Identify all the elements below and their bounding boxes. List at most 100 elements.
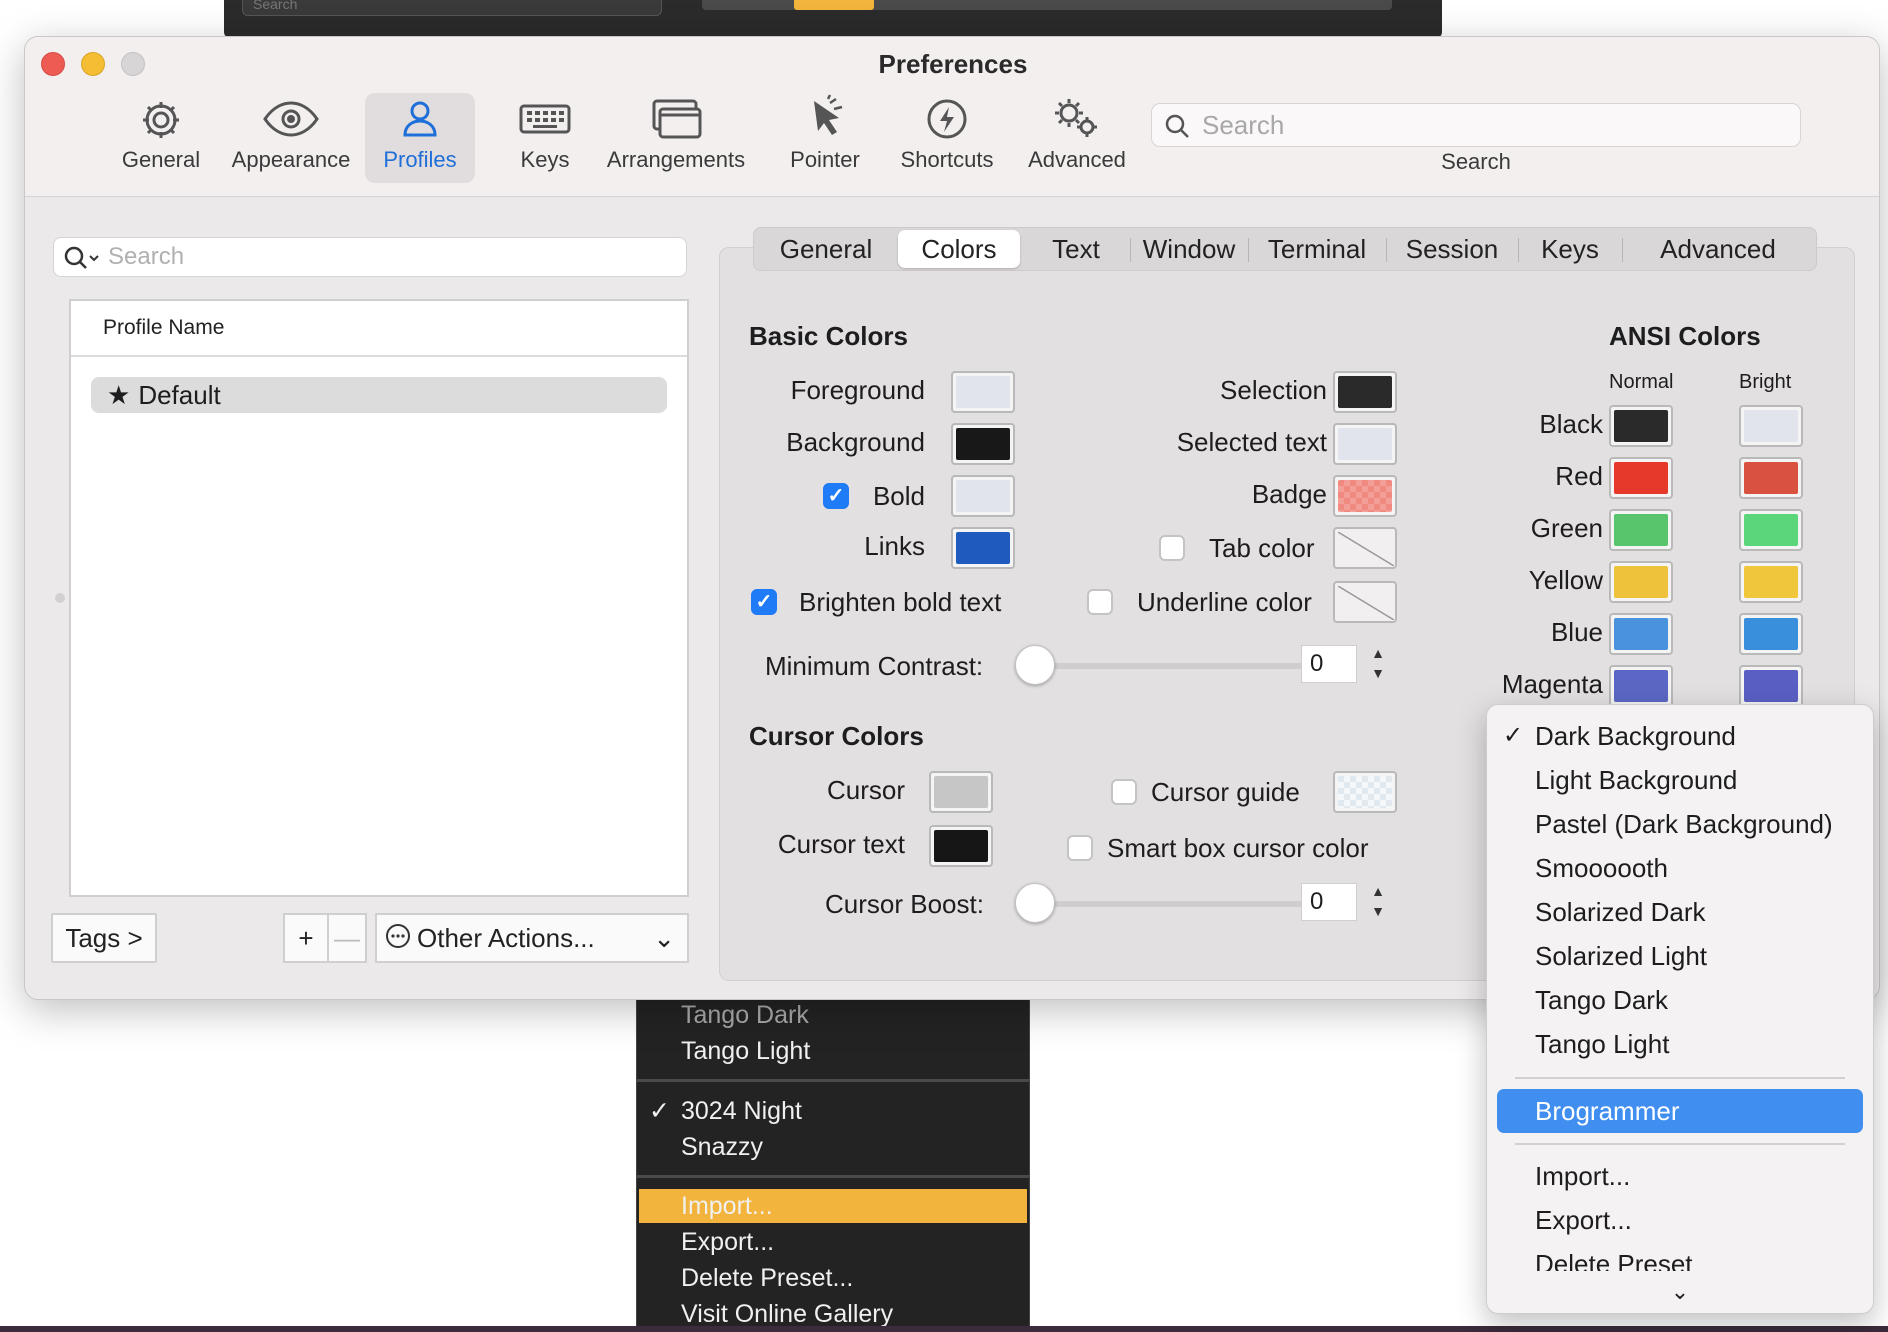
links-color-well[interactable]	[951, 527, 1015, 569]
minimum-contrast-knob[interactable]	[1015, 645, 1055, 685]
ansi-red-bright-well[interactable]	[1739, 457, 1803, 499]
tab-text[interactable]: Text	[1026, 230, 1126, 268]
cursor-color-well[interactable]	[929, 771, 993, 813]
other-actions-label: Other Actions...	[417, 923, 595, 953]
cursor-boost-stepper[interactable]: ▲ ▼	[1365, 881, 1391, 923]
ansi-blue-bright-well[interactable]	[1739, 613, 1803, 655]
toolbar-advanced-button[interactable]: Advanced	[1015, 93, 1139, 183]
split-handle[interactable]	[55, 593, 65, 603]
preset-menu-item[interactable]: Light Background	[1535, 761, 1737, 799]
cursor-boost-slider[interactable]	[1035, 901, 1317, 907]
toolbar-arrangements-button[interactable]: Arrangements	[601, 93, 751, 183]
basic-colors-title: Basic Colors	[749, 321, 908, 351]
tab-window[interactable]: Window	[1134, 230, 1244, 268]
profile-row[interactable]: ★ Default	[91, 377, 667, 413]
preset-menu-item[interactable]: Solarized Light	[1535, 937, 1707, 975]
chevron-down-icon[interactable]: ▼	[1365, 901, 1391, 921]
dark-menu-item[interactable]: Tango Dark	[681, 999, 809, 1031]
dark-menu-item[interactable]: Export...	[681, 1226, 774, 1258]
toolbar-keys-button[interactable]: Keys	[495, 93, 595, 183]
tab-colors[interactable]: Colors	[898, 230, 1020, 268]
tab-terminal[interactable]: Terminal	[1252, 230, 1382, 268]
minimum-contrast-label: Minimum Contrast:	[765, 651, 984, 681]
ansi-colors-title: ANSI Colors	[1609, 321, 1761, 351]
minimum-contrast-stepper[interactable]: ▲ ▼	[1365, 643, 1391, 685]
preset-menu-item-delete[interactable]: Delete Preset	[1535, 1245, 1693, 1271]
cursor-guide-color-well[interactable]	[1333, 771, 1397, 813]
toolbar-search-input[interactable]	[1202, 108, 1782, 142]
tags-button[interactable]: Tags >	[51, 913, 157, 963]
remove-profile-button[interactable]: —	[327, 913, 367, 963]
dark-menu-item[interactable]: Delete Preset...	[681, 1262, 853, 1294]
dark-menu-item[interactable]: Tango Light	[681, 1035, 810, 1067]
tab-color-well[interactable]	[1333, 527, 1397, 569]
ansi-magenta-bright-well[interactable]	[1739, 665, 1803, 707]
tab-general[interactable]: General	[760, 230, 892, 268]
toolbar-shortcuts-button[interactable]: Shortcuts	[887, 93, 1007, 183]
chevron-down-icon[interactable]: ▼	[1365, 663, 1391, 683]
tab-color-checkbox[interactable]	[1159, 535, 1185, 561]
minimum-contrast-slider[interactable]	[1035, 663, 1317, 669]
toolbar-pointer-button[interactable]: Pointer	[777, 93, 873, 183]
tab-keys[interactable]: Keys	[1522, 230, 1618, 268]
ansi-yellow-label: Yellow	[1528, 565, 1603, 595]
dark-menu-item[interactable]: 3024 Night	[681, 1095, 802, 1127]
tab-separator	[1248, 238, 1249, 262]
scroll-down-chevron-icon[interactable]: ⌄	[1487, 1277, 1873, 1307]
preset-menu-separator	[1515, 1143, 1845, 1145]
other-actions-button[interactable]: Other Actions... ⌄	[375, 913, 689, 963]
profile-search-field[interactable]	[53, 237, 687, 277]
ansi-black-bright-well[interactable]	[1739, 405, 1803, 447]
preset-menu-item[interactable]: Dark Background	[1535, 717, 1736, 755]
ansi-green-normal-well[interactable]	[1609, 509, 1673, 551]
preset-menu-item-export[interactable]: Export...	[1535, 1201, 1632, 1239]
selected-text-color-well[interactable]	[1333, 423, 1397, 465]
profile-search-input[interactable]	[108, 242, 668, 272]
ansi-green-bright-well[interactable]	[1739, 509, 1803, 551]
toolbar-profiles-button[interactable]: Profiles	[365, 93, 475, 183]
toolbar-search-field[interactable]	[1151, 103, 1801, 147]
cursor-boost-value[interactable]: 0	[1301, 883, 1357, 921]
brighten-bold-checkbox[interactable]: ✓	[751, 589, 777, 615]
add-profile-button[interactable]: +	[283, 913, 329, 963]
search-icon	[1164, 113, 1190, 144]
preset-menu-item[interactable]: Tango Dark	[1535, 981, 1668, 1019]
underline-color-checkbox[interactable]	[1087, 589, 1113, 615]
ansi-black-normal-well[interactable]	[1609, 405, 1673, 447]
preset-menu-item[interactable]: Pastel (Dark Background)	[1535, 805, 1833, 843]
dark-menu-item-import[interactable]: Import...	[681, 1190, 773, 1222]
preset-menu-item[interactable]: Solarized Dark	[1535, 893, 1706, 931]
window-title: Preferences	[878, 49, 1028, 79]
ansi-blue-normal-well[interactable]	[1609, 613, 1673, 655]
chevron-up-icon[interactable]: ▲	[1365, 881, 1391, 901]
tab-advanced[interactable]: Advanced	[1626, 230, 1810, 268]
ansi-yellow-bright-well[interactable]	[1739, 561, 1803, 603]
preset-menu-item-brogrammer[interactable]: Brogrammer	[1535, 1092, 1679, 1130]
toolbar-appearance-button[interactable]: Appearance	[221, 93, 361, 183]
selection-color-well[interactable]	[1333, 371, 1397, 413]
preset-menu-item[interactable]: Smoooooth	[1535, 849, 1668, 887]
cursor-guide-checkbox[interactable]	[1111, 779, 1137, 805]
color-presets-menu: ✓ Dark Background Light Background Paste…	[1486, 704, 1874, 1314]
preset-menu-item[interactable]: Tango Light	[1535, 1025, 1669, 1063]
ansi-yellow-normal-well[interactable]	[1609, 561, 1673, 603]
foreground-color-well[interactable]	[951, 371, 1015, 413]
ansi-magenta-normal-well[interactable]	[1609, 665, 1673, 707]
dark-menu-item[interactable]: Snazzy	[681, 1131, 763, 1163]
minimum-contrast-value[interactable]: 0	[1301, 645, 1357, 683]
background-color-well[interactable]	[951, 423, 1015, 465]
bold-color-well[interactable]	[951, 475, 1015, 517]
smart-box-cursor-checkbox[interactable]	[1067, 835, 1093, 861]
toolbar-general-button[interactable]: General	[109, 93, 213, 183]
toolbar: Preferences General Appearance Profiles …	[25, 37, 1879, 197]
toolbar-label: Advanced	[1028, 147, 1126, 172]
chevron-up-icon[interactable]: ▲	[1365, 643, 1391, 663]
tab-session[interactable]: Session	[1390, 230, 1514, 268]
cursor-boost-knob[interactable]	[1015, 883, 1055, 923]
cursor-text-color-well[interactable]	[929, 825, 993, 867]
underline-color-well[interactable]	[1333, 581, 1397, 623]
profile-name-column-header[interactable]: Profile Name	[71, 301, 687, 357]
ansi-red-normal-well[interactable]	[1609, 457, 1673, 499]
badge-color-well[interactable]	[1333, 475, 1397, 517]
preset-menu-item-import[interactable]: Import...	[1535, 1157, 1630, 1195]
